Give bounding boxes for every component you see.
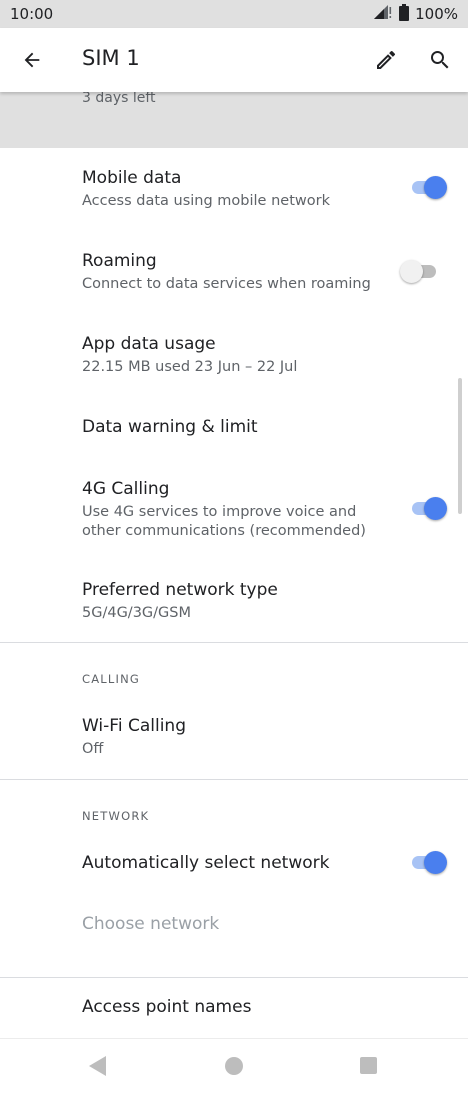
toggle-thumb	[400, 260, 423, 283]
arrow-left-icon	[24, 52, 40, 68]
mobile-data-summary: Access data using mobile network	[82, 193, 330, 209]
system-nav-bar	[0, 1038, 468, 1093]
calling-4g-item[interactable]: 4G Calling Use 4G services to improve vo…	[0, 462, 468, 562]
status-time: 10:00	[10, 5, 54, 23]
data-warning-title: Data warning & limit	[82, 417, 258, 437]
divider	[0, 779, 468, 780]
auto-select-network-item[interactable]: Automatically select network	[0, 836, 468, 892]
calling-section-header: CALLING	[82, 672, 141, 686]
preferred-network-summary: 5G/4G/3G/GSM	[82, 605, 191, 621]
preferred-network-title: Preferred network type	[82, 580, 278, 600]
divider	[0, 642, 468, 643]
roaming-title: Roaming	[82, 251, 157, 271]
mobile-data-item[interactable]: Mobile data Access data using mobile net…	[0, 150, 468, 232]
battery-percentage: 100%	[415, 5, 458, 23]
divider	[0, 977, 468, 978]
roaming-toggle[interactable]	[400, 260, 438, 283]
days-left-text: 3 days left	[82, 90, 156, 106]
toggle-thumb	[424, 176, 447, 199]
back-button[interactable]	[16, 44, 48, 76]
nav-recents-icon[interactable]	[360, 1057, 377, 1074]
wifi-calling-summary: Off	[82, 741, 104, 757]
roaming-item[interactable]: Roaming Connect to data services when ro…	[0, 233, 468, 315]
edit-button[interactable]	[370, 44, 402, 76]
wifi-calling-item[interactable]: Wi-Fi Calling Off	[0, 700, 468, 778]
search-button[interactable]	[424, 44, 456, 76]
wifi-calling-title: Wi-Fi Calling	[82, 716, 186, 736]
mobile-data-title: Mobile data	[82, 168, 182, 188]
access-point-names-title: Access point names	[82, 997, 252, 1017]
calling-4g-summary: Use 4G services to improve voice and oth…	[82, 504, 366, 539]
roaming-summary: Connect to data services when roaming	[82, 276, 371, 292]
data-usage-banner: 3 days left	[0, 90, 468, 148]
app-data-usage-title: App data usage	[82, 334, 216, 354]
network-section-header: NETWORK	[82, 809, 150, 823]
app-bar: SIM 1	[0, 28, 468, 92]
choose-network-title: Choose network	[82, 914, 220, 934]
search-icon	[431, 51, 449, 69]
signal-icon	[373, 4, 393, 24]
preferred-network-item[interactable]: Preferred network type 5G/4G/3G/GSM	[0, 563, 468, 641]
status-icons: 100%	[373, 3, 458, 25]
data-warning-item[interactable]: Data warning & limit	[0, 399, 468, 461]
calling-4g-toggle[interactable]	[410, 497, 447, 520]
nav-home-icon[interactable]	[225, 1057, 243, 1075]
status-bar: 10:00 100%	[0, 0, 468, 28]
pencil-icon	[377, 50, 396, 69]
app-data-usage-summary: 22.15 MB used 23 Jun – 22 Jul	[82, 359, 298, 375]
app-data-usage-item[interactable]: App data usage 22.15 MB used 23 Jun – 22…	[0, 316, 468, 398]
page-title: SIM 1	[82, 46, 140, 70]
access-point-names-item[interactable]: Access point names	[0, 980, 468, 1036]
calling-4g-title: 4G Calling	[82, 479, 170, 499]
toggle-thumb	[424, 497, 447, 520]
auto-select-network-title: Automatically select network	[82, 853, 330, 873]
auto-select-network-toggle[interactable]	[410, 851, 447, 874]
battery-icon	[399, 3, 410, 25]
toggle-thumb	[424, 851, 447, 874]
scrollbar[interactable]	[458, 378, 462, 514]
mobile-data-toggle[interactable]	[410, 176, 447, 199]
choose-network-item: Choose network	[0, 896, 468, 956]
nav-back-icon[interactable]	[88, 1055, 108, 1077]
